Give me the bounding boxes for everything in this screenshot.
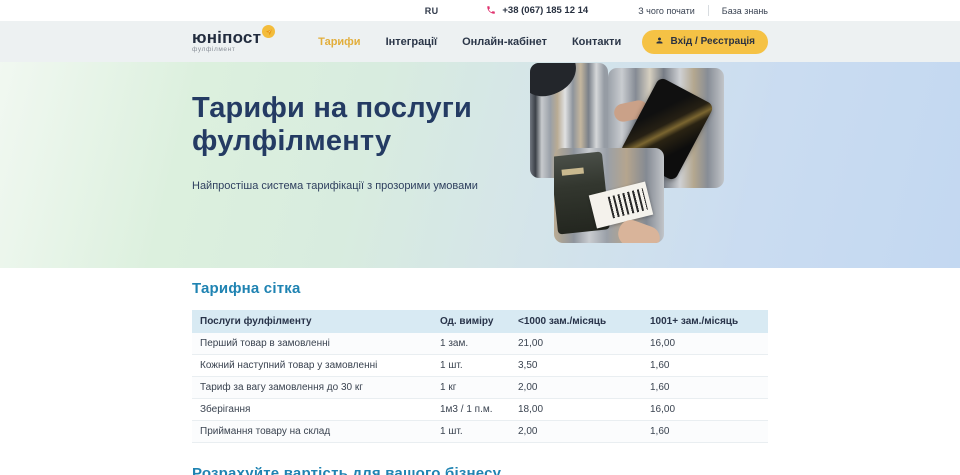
cell-price-high: 1,60: [642, 421, 768, 443]
cell-service: Зберігання: [192, 399, 432, 421]
cell-price-low: 21,00: [510, 333, 642, 355]
pricing-table: Послуги фулфілменту Од. виміру <1000 зам…: [192, 310, 768, 443]
main-nav: Тарифи Інтеграції Онлайн-кабінет Контакт…: [318, 36, 621, 48]
cell-price-high: 16,00: [642, 333, 768, 355]
top-utility-bar: RU +38 (067) 185 12 14 З чого почати Баз…: [0, 0, 960, 21]
top-link-getting-started[interactable]: З чого почати: [638, 6, 695, 16]
logo-paper-plane-icon: [262, 25, 275, 38]
cell-unit: 1 шт.: [432, 355, 510, 377]
pricing-heading: Тарифна сітка: [192, 280, 768, 297]
page-title: Тарифи на послуги фулфілменту: [192, 92, 512, 158]
cell-price-low: 3,50: [510, 355, 642, 377]
nav-contacts[interactable]: Контакти: [572, 36, 621, 48]
table-row: Перший товар в замовленні 1 зам. 21,00 1…: [192, 333, 768, 355]
cell-unit: 1 зам.: [432, 333, 510, 355]
cell-service: Кожний наступний товар у замовленні: [192, 355, 432, 377]
cell-service: Тариф за вагу замовлення до 30 кг: [192, 377, 432, 399]
login-register-button[interactable]: Вхід / Реєстрація: [642, 30, 768, 54]
label-printer-photo: [554, 148, 664, 243]
cell-price-high: 16,00: [642, 399, 768, 421]
cell-price-low: 2,00: [510, 377, 642, 399]
cell-price-low: 2,00: [510, 421, 642, 443]
table-row: Кожний наступний товар у замовленні 1 шт…: [192, 355, 768, 377]
calculator-heading: Розрахуйте вартість для вашого бізнесу: [192, 465, 768, 475]
logo-name: юніпост: [192, 29, 261, 46]
nav-tariffs[interactable]: Тарифи: [318, 36, 360, 48]
hero-subtitle: Найпростіша система тарифікації з прозор…: [192, 180, 512, 192]
nav-integrations[interactable]: Інтеграції: [386, 36, 438, 48]
main-header: юніпост фулфілмент Тарифи Інтеграції Онл…: [0, 21, 960, 62]
cell-unit: 1 шт.: [432, 421, 510, 443]
col-header-under-1000: <1000 зам./місяць: [510, 310, 642, 333]
col-header-unit: Од. виміру: [432, 310, 510, 333]
topbar-divider: [708, 5, 709, 16]
phone-icon: [486, 2, 496, 20]
cell-unit: 1м3 / 1 п.м.: [432, 399, 510, 421]
cell-price-high: 1,60: [642, 355, 768, 377]
nav-online-cabinet[interactable]: Онлайн-кабінет: [462, 36, 547, 48]
user-icon: [655, 36, 664, 48]
cell-price-high: 1,60: [642, 377, 768, 399]
table-header-row: Послуги фулфілменту Од. виміру <1000 зам…: [192, 310, 768, 333]
table-row: Зберігання 1м3 / 1 п.м. 18,00 16,00: [192, 399, 768, 421]
table-row: Тариф за вагу замовлення до 30 кг 1 кг 2…: [192, 377, 768, 399]
cell-unit: 1 кг: [432, 377, 510, 399]
cell-service: Приймання товару на склад: [192, 421, 432, 443]
logo[interactable]: юніпост фулфілмент: [192, 29, 261, 54]
table-row: Приймання товару на склад 1 шт. 2,00 1,6…: [192, 421, 768, 443]
language-switcher[interactable]: RU: [425, 6, 439, 16]
login-register-label: Вхід / Реєстрація: [670, 36, 755, 47]
col-header-service: Послуги фулфілменту: [192, 310, 432, 333]
logo-tagline: фулфілмент: [192, 47, 261, 54]
hero-banner: Тарифи на послуги фулфілменту Найпростіш…: [0, 62, 960, 268]
phone-link[interactable]: +38 (067) 185 12 14: [486, 2, 588, 20]
col-header-over-1001: 1001+ зам./місяць: [642, 310, 768, 333]
cell-service: Перший товар в замовленні: [192, 333, 432, 355]
top-link-knowledge-base[interactable]: База знань: [722, 6, 768, 16]
phone-number: +38 (067) 185 12 14: [502, 5, 588, 16]
cell-price-low: 18,00: [510, 399, 642, 421]
pricing-section: Тарифна сітка Послуги фулфілменту Од. ви…: [0, 268, 960, 475]
